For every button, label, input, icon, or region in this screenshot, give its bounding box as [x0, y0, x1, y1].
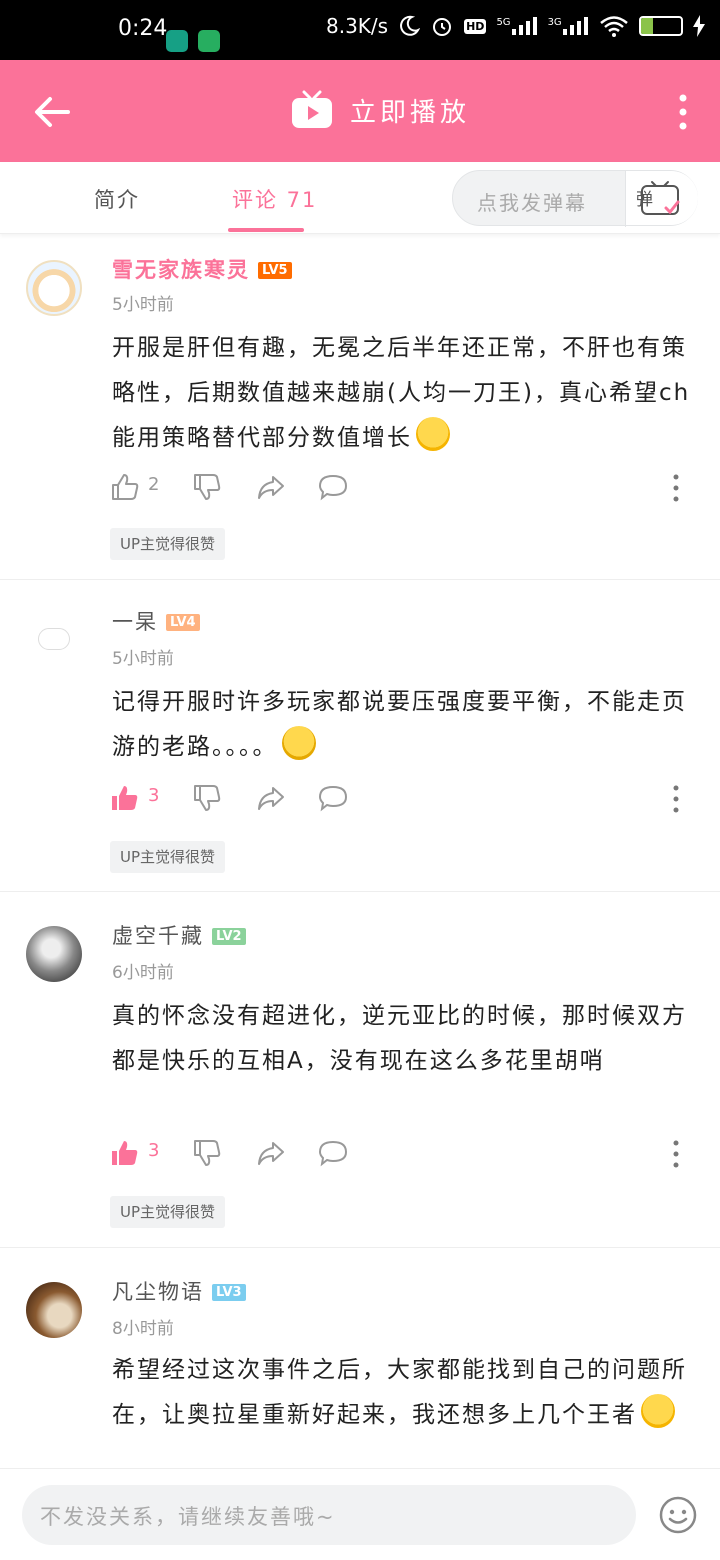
comment-text: 记得开服时许多玩家都说要压强度要平衡，不能走页游的老路。。。。 [112, 680, 692, 770]
avatar[interactable] [26, 1282, 82, 1338]
net-speed: 8.3K/s [326, 14, 389, 38]
comment-text: 希望经过这次事件之后，大家都能找到自己的问题所在，让奥拉星重新好起来，我还想多上… [112, 1348, 692, 1438]
share-icon[interactable] [256, 1138, 286, 1168]
tv-play-icon [292, 90, 332, 128]
play-now-button[interactable]: 立即播放 [290, 90, 470, 130]
crying-laugh-emoji-icon [416, 417, 450, 451]
status-time: 0:24 [118, 16, 168, 41]
comment-more-icon[interactable] [672, 785, 680, 813]
comment-more-icon[interactable] [672, 1140, 680, 1168]
danmaku-input[interactable]: 点我发弹幕 弹 [452, 170, 698, 227]
comment-text: 真的怀念没有超进化，逆元亚比的时候，那时候双方都是快乐的互相A，没有现在这么多花… [112, 1003, 687, 1074]
comment-text-content: 记得开服时许多玩家都说要压强度要平衡，不能走页游的老路。。。。 [112, 689, 687, 760]
like-icon[interactable] [110, 472, 140, 502]
username-text: 凡尘物语 [112, 1280, 204, 1304]
tab-intro[interactable]: 简介 [94, 184, 140, 214]
username-text: 雪无家族寒灵 [112, 258, 250, 282]
tab-bar: 简介 评论 71 点我发弹幕 弹 [0, 162, 720, 234]
level-badge: LV5 [258, 262, 292, 279]
reply-icon[interactable] [318, 1138, 348, 1168]
level-badge: LV3 [212, 1284, 246, 1301]
tab-comments[interactable]: 评论 71 [232, 184, 317, 214]
comment-item: 凡尘物语 LV3 8小时前 希望经过这次事件之后，大家都能找到自己的问题所在，让奥… [0, 1248, 720, 1468]
tab-active-indicator [228, 228, 304, 232]
like-filled-icon[interactable] [110, 783, 140, 813]
shield-app-icon [166, 30, 188, 52]
like-count: 3 [148, 1140, 160, 1161]
share-icon[interactable] [256, 783, 286, 813]
avatar[interactable] [26, 926, 82, 982]
username-text: 虚空千藏 [112, 924, 204, 948]
dislike-icon[interactable] [192, 472, 222, 502]
android-app-icon [198, 30, 220, 52]
comment-time: 5小时前 [112, 295, 174, 315]
hd-icon: HD [464, 18, 487, 34]
danmaku-placeholder: 点我发弹幕 [477, 191, 587, 215]
comment-time: 8小时前 [112, 1319, 174, 1339]
username-text: 一杲 [112, 610, 158, 634]
more-vertical-icon[interactable] [670, 92, 696, 132]
signal-3g-icon: 3G [548, 17, 589, 35]
charging-icon [692, 15, 705, 37]
comment-item: 虚空千藏 LV2 6小时前 真的怀念没有超进化，逆元亚比的时候，那时候双方都是快乐… [0, 892, 720, 1248]
like-count: 3 [148, 785, 160, 806]
dislike-icon[interactable] [192, 1138, 222, 1168]
comment-item: 一杲 LV4 5小时前 记得开服时许多玩家都说要压强度要平衡，不能走页游的老路。。… [0, 580, 720, 892]
reply-icon[interactable] [318, 472, 348, 502]
emoji-face-icon[interactable] [658, 1495, 698, 1535]
alarm-icon [433, 18, 452, 36]
comment-input[interactable]: 不发没关系，请继续友善哦~ [22, 1485, 636, 1545]
danmaku-label: 弹 [636, 190, 653, 210]
comment-more-icon[interactable] [672, 474, 680, 502]
header-title: 立即播放 [350, 97, 471, 128]
battery-icon: 32 [638, 16, 683, 36]
moon-icon [400, 15, 421, 36]
avatar[interactable] [26, 260, 82, 316]
comment-text-content: 希望经过这次事件之后，大家都能找到自己的问题所在，让奥拉星重新好起来，我还想多上… [112, 1357, 687, 1428]
like-count: 2 [148, 474, 160, 495]
level-badge: LV2 [212, 928, 246, 945]
comment-time: 5小时前 [112, 649, 174, 669]
status-bar: 0:24 8.3K/s HD 5G 3G 32 [0, 0, 720, 60]
username[interactable]: 一杲 LV4 [112, 606, 200, 636]
up-liked-badge: UP主觉得很赞 [110, 841, 226, 873]
comment-text: 开服是肝但有趣，无冕之后半年还正常，不肝也有策略性，后期数值越来越崩(人均一刀王… [112, 326, 692, 461]
wifi-icon [599, 16, 628, 37]
comment-text-content: 开服是肝但有趣，无冕之后半年还正常，不肝也有策略性，后期数值越来越崩(人均一刀王… [112, 335, 691, 451]
danmaku-toggle-button[interactable]: 弹 [626, 171, 698, 225]
smirk-emoji-icon [281, 726, 316, 760]
username[interactable]: 凡尘物语 LV3 [112, 1276, 246, 1306]
comment-time: 6小时前 [112, 963, 174, 983]
share-icon[interactable] [256, 472, 286, 502]
reply-icon[interactable] [318, 783, 348, 813]
header-bar: 立即播放 [0, 60, 720, 162]
avatar[interactable] [38, 628, 70, 650]
comment-item: 雪无家族寒灵 LV5 5小时前 开服是肝但有趣，无冕之后半年还正常，不肝也有策略性… [0, 236, 720, 580]
comment-input-placeholder: 不发没关系，请继续友善哦~ [40, 1505, 336, 1529]
username[interactable]: 雪无家族寒灵 LV5 [112, 254, 292, 284]
like-filled-icon[interactable] [110, 1138, 140, 1168]
up-liked-badge: UP主觉得很赞 [110, 528, 226, 560]
scared-emoji-icon [641, 1394, 675, 1428]
comment-actions: 2 [110, 472, 700, 506]
dislike-icon[interactable] [192, 783, 222, 813]
bottom-comment-bar: 不发没关系，请继续友善哦~ [0, 1468, 720, 1560]
signal-5g-icon: 5G [496, 17, 537, 35]
comment-actions: 3 [110, 783, 700, 817]
username[interactable]: 虚空千藏 LV2 [112, 920, 246, 950]
comment-actions: 3 [110, 1138, 700, 1172]
level-badge: LV4 [166, 614, 200, 631]
status-indicators: 8.3K/s HD 5G 3G 32 [326, 14, 705, 38]
back-arrow-icon[interactable] [30, 90, 74, 134]
up-liked-badge: UP主觉得很赞 [110, 1196, 226, 1228]
